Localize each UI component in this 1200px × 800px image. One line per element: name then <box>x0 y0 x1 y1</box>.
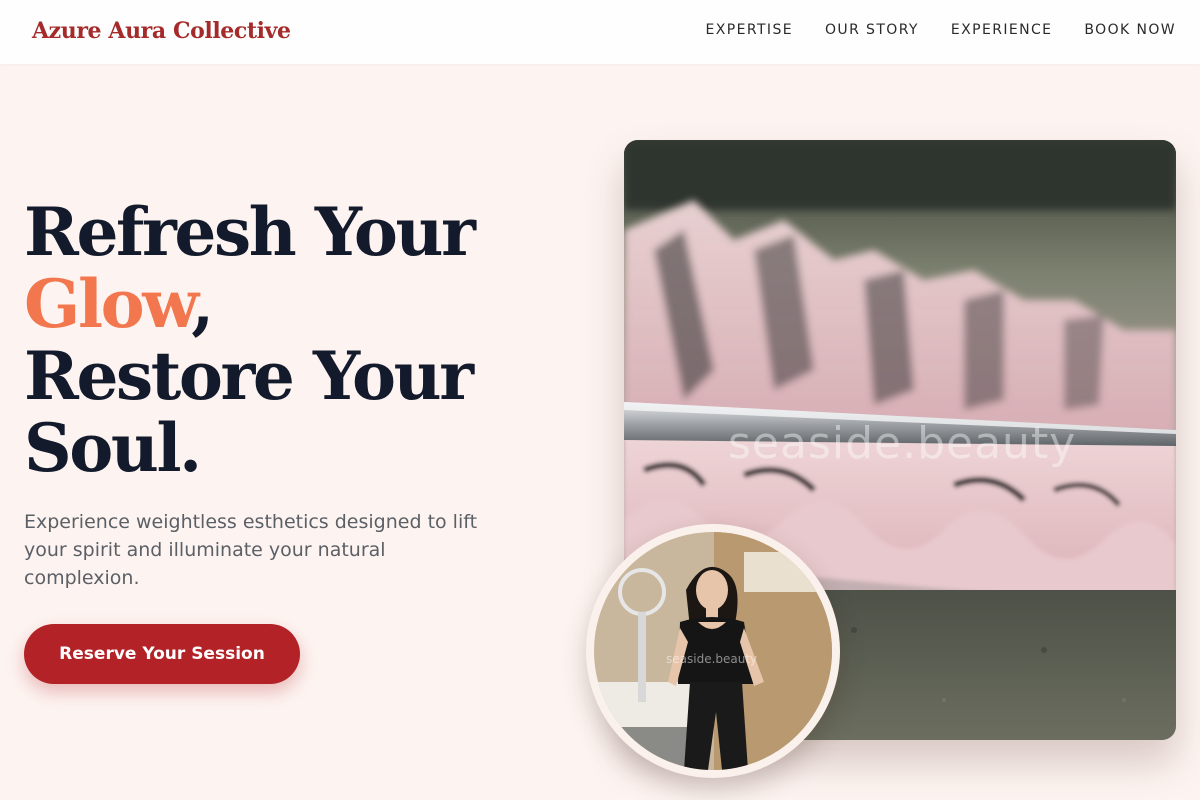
main-nav: EXPERTISE OUR STORY EXPERIENCE BOOK NOW <box>706 22 1176 38</box>
hero-headline: Refresh Your Glow, Restore Your Soul. <box>24 196 584 484</box>
brand-logo[interactable]: Azure Aura Collective <box>32 18 291 44</box>
headline-line-4: Soul. <box>24 409 202 487</box>
headline-accent-suffix: , <box>191 265 214 343</box>
portrait-illustration <box>594 532 832 770</box>
nav-link-our-story[interactable]: OUR STORY <box>825 22 919 38</box>
top-navbar: Azure Aura Collective EXPERTISE OUR STOR… <box>0 0 1200 64</box>
hero-subcopy: Experience weightless esthetics designed… <box>24 511 478 589</box>
headline-line-1: Refresh Your <box>24 193 476 271</box>
headline-accent-word: Glow <box>24 265 194 343</box>
headline-line-3: Restore Your <box>24 337 474 415</box>
reserve-session-button[interactable]: Reserve Your Session <box>24 624 300 684</box>
nav-link-expertise[interactable]: EXPERTISE <box>706 22 793 38</box>
nav-link-book-now[interactable]: BOOK NOW <box>1084 22 1176 38</box>
esthetician-portrait: seaside.beauty <box>586 524 840 778</box>
headline-line-2: Glow, <box>24 268 584 340</box>
portrait-photo: seaside.beauty <box>594 532 832 770</box>
nav-link-experience[interactable]: EXPERIENCE <box>951 22 1053 38</box>
image-watermark: seaside.beauty <box>728 418 1077 469</box>
portrait-watermark: seaside.beauty <box>666 652 758 666</box>
